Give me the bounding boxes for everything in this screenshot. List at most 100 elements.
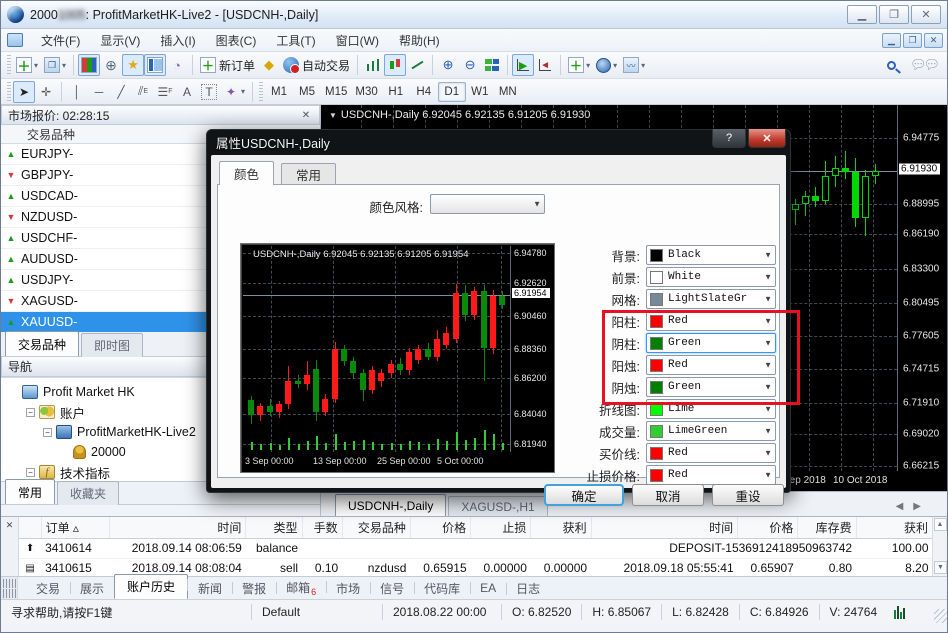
menu-item-显示(V)[interactable]: 显示(V) — [90, 29, 150, 52]
timeframe-M15[interactable]: M15 — [321, 82, 351, 102]
column-header-3[interactable]: 手数 — [302, 517, 342, 538]
zoom-in-button[interactable]: ⊕ — [437, 54, 459, 76]
autotrading-button[interactable]: 自动交易 — [280, 54, 353, 76]
dialog-help-button[interactable]: ? — [712, 129, 746, 148]
timeframe-M30[interactable]: M30 — [351, 82, 381, 102]
menu-item-帮助(H)[interactable]: 帮助(H) — [389, 29, 450, 52]
terminal-close-icon[interactable]: ✕ — [4, 520, 16, 531]
timeframe-M5[interactable]: M5 — [293, 82, 321, 102]
column-header-10[interactable]: 库存费 — [798, 517, 856, 538]
color-select-LimeGreen[interactable]: LimeGreen▼ — [646, 421, 776, 441]
column-header-2[interactable]: 类型 — [246, 517, 302, 538]
horizontal-line-tool[interactable]: ─ — [88, 81, 110, 103]
dialog-tab-颜色[interactable]: 颜色 — [219, 161, 274, 185]
color-select-LightSlateGr[interactable]: LightSlateGr▼ — [646, 289, 776, 309]
terminal-tab-EA[interactable]: EA — [470, 579, 506, 597]
history-row-0[interactable]: ⬆34106142018.09.14 08:06:59balanceDEPOSI… — [19, 538, 933, 558]
terminal-tab-交易[interactable]: 交易 — [26, 578, 70, 599]
color-select-Red[interactable]: Red▼ — [646, 355, 776, 375]
terminal-tab-市场[interactable]: 市场 — [326, 578, 370, 599]
menu-item-窗口(W)[interactable]: 窗口(W) — [326, 29, 389, 52]
chevron-down-icon[interactable]: ▼ — [764, 449, 772, 458]
timeframe-M1[interactable]: M1 — [265, 82, 293, 102]
timeframe-H1[interactable]: H1 — [382, 82, 410, 102]
column-header-7[interactable]: 获利 — [531, 517, 591, 538]
market-watch-tab-交易品种[interactable]: 交易品种 — [5, 331, 79, 356]
close-button[interactable]: ✕ — [911, 5, 941, 24]
timeframe-MN[interactable]: MN — [494, 82, 522, 102]
terminal-tab-账户历史[interactable]: 账户历史 — [114, 574, 188, 599]
crosshair-tool[interactable]: ✛ — [35, 81, 57, 103]
channel-tool[interactable]: ⫽E — [132, 81, 154, 103]
toolbar-grip[interactable] — [7, 55, 11, 75]
chevron-down-icon[interactable]: ▼ — [764, 361, 772, 370]
periods-button[interactable]: ▾ — [593, 54, 620, 76]
color-select-White[interactable]: White▼ — [646, 267, 776, 287]
symbol-column-header[interactable]: 交易品种 — [1, 126, 171, 143]
chevron-down-icon[interactable]: ▼ — [764, 339, 772, 348]
fibonacci-tool[interactable]: ☰F — [154, 81, 176, 103]
vertical-line-tool[interactable]: │ — [66, 81, 88, 103]
tree-expand-icon[interactable]: − — [43, 428, 52, 437]
chart-tab-USDCNH-,Daily[interactable]: USDCNH-,Daily — [335, 494, 446, 516]
menu-item-图表(C)[interactable]: 图表(C) — [206, 29, 267, 52]
terminal-tab-邮箱[interactable]: 邮箱6 — [276, 577, 326, 599]
menu-item-文件(F)[interactable]: 文件(F) — [31, 29, 90, 52]
chevron-down-icon[interactable]: ▼ — [764, 383, 772, 392]
price-scale[interactable]: 6.947756.919306.889956.861906.833006.804… — [899, 105, 948, 471]
chart-tab-XAGUSD-,H1[interactable]: XAGUSD-,H1 — [448, 496, 547, 517]
tab-scroll-right-icon[interactable]: ▶ — [913, 501, 921, 512]
color-select-Red[interactable]: Red▼ — [646, 311, 776, 331]
timeframe-H4[interactable]: H4 — [410, 82, 438, 102]
color-select-Green[interactable]: Green▼ — [646, 333, 776, 353]
column-header-4[interactable]: 交易品种 — [342, 517, 410, 538]
new-chart-button[interactable]: ＋▾ — [13, 54, 41, 76]
color-select-Red[interactable]: Red▼ — [646, 443, 776, 463]
mdi-restore-button[interactable]: ❐ — [903, 33, 922, 48]
ok-button[interactable]: 确定 — [544, 484, 624, 506]
color-select-Lime[interactable]: Lime▼ — [646, 399, 776, 419]
chevron-down-icon[interactable]: ▼ — [764, 471, 772, 480]
data-window-button[interactable]: ⊕ — [100, 54, 122, 76]
status-profile[interactable]: Default — [252, 605, 382, 619]
color-scheme-select[interactable]: ▼ — [430, 194, 545, 214]
toolbar-grip[interactable] — [259, 82, 263, 102]
chevron-down-icon[interactable]: ▼ — [764, 295, 772, 304]
column-header-1[interactable]: 时间 — [109, 517, 246, 538]
navigator-toggle[interactable]: ★ — [122, 54, 144, 76]
trendline-tool[interactable]: ╱ — [110, 81, 132, 103]
new-order-button[interactable]: ＋新订单 — [197, 54, 258, 76]
search-icon[interactable] — [887, 61, 896, 70]
indicators-button[interactable]: ＋▾ — [565, 54, 593, 76]
mdi-close-button[interactable]: ✕ — [924, 33, 943, 48]
scroll-down-icon[interactable]: ▼ — [934, 561, 947, 574]
arrows-tool[interactable]: ✦▾ — [220, 81, 248, 103]
column-header-11[interactable]: 获利 — [856, 517, 932, 538]
tab-scroll-left-icon[interactable]: ◀ — [896, 501, 904, 512]
bar-chart-button[interactable] — [362, 54, 384, 76]
color-select-Green[interactable]: Green▼ — [646, 377, 776, 397]
templates-button[interactable]: 〰▾ — [620, 54, 648, 76]
line-chart-button[interactable] — [406, 54, 428, 76]
dialog-tab-常用[interactable]: 常用 — [281, 163, 336, 184]
column-header-6[interactable]: 止损 — [471, 517, 531, 538]
market-watch-close-icon[interactable]: ✕ — [299, 110, 313, 121]
terminal-tab-展示[interactable]: 展示 — [70, 578, 114, 599]
terminal-tab-信号[interactable]: 信号 — [370, 578, 414, 599]
minimize-button[interactable]: ▁ — [847, 5, 877, 24]
strategy-tester-button[interactable]: ◔ — [166, 54, 188, 76]
cancel-button[interactable]: 取消 — [632, 484, 704, 506]
terminal-tab-代码库[interactable]: 代码库 — [414, 578, 470, 599]
navigator-tab-常用[interactable]: 常用 — [5, 479, 55, 504]
chevron-down-icon[interactable]: ▼ — [764, 317, 772, 326]
column-header-8[interactable]: 时间 — [591, 517, 738, 538]
chevron-down-icon[interactable]: ▼ — [764, 405, 772, 414]
terminal-tab-新闻[interactable]: 新闻 — [188, 578, 232, 599]
quick-panel-strip[interactable] — [1, 577, 18, 599]
text-tool[interactable]: A — [176, 81, 198, 103]
chevron-down-icon[interactable]: ▼ — [764, 273, 772, 282]
dialog-title-bar[interactable]: 属性USDCNH-,Daily — [206, 129, 791, 155]
menu-item-工具(T)[interactable]: 工具(T) — [266, 29, 325, 52]
zoom-out-button[interactable]: ⊖ — [459, 54, 481, 76]
table-header-row[interactable]: 订单 ▵时间类型手数交易品种价格止损获利时间价格库存费获利 — [19, 517, 933, 538]
